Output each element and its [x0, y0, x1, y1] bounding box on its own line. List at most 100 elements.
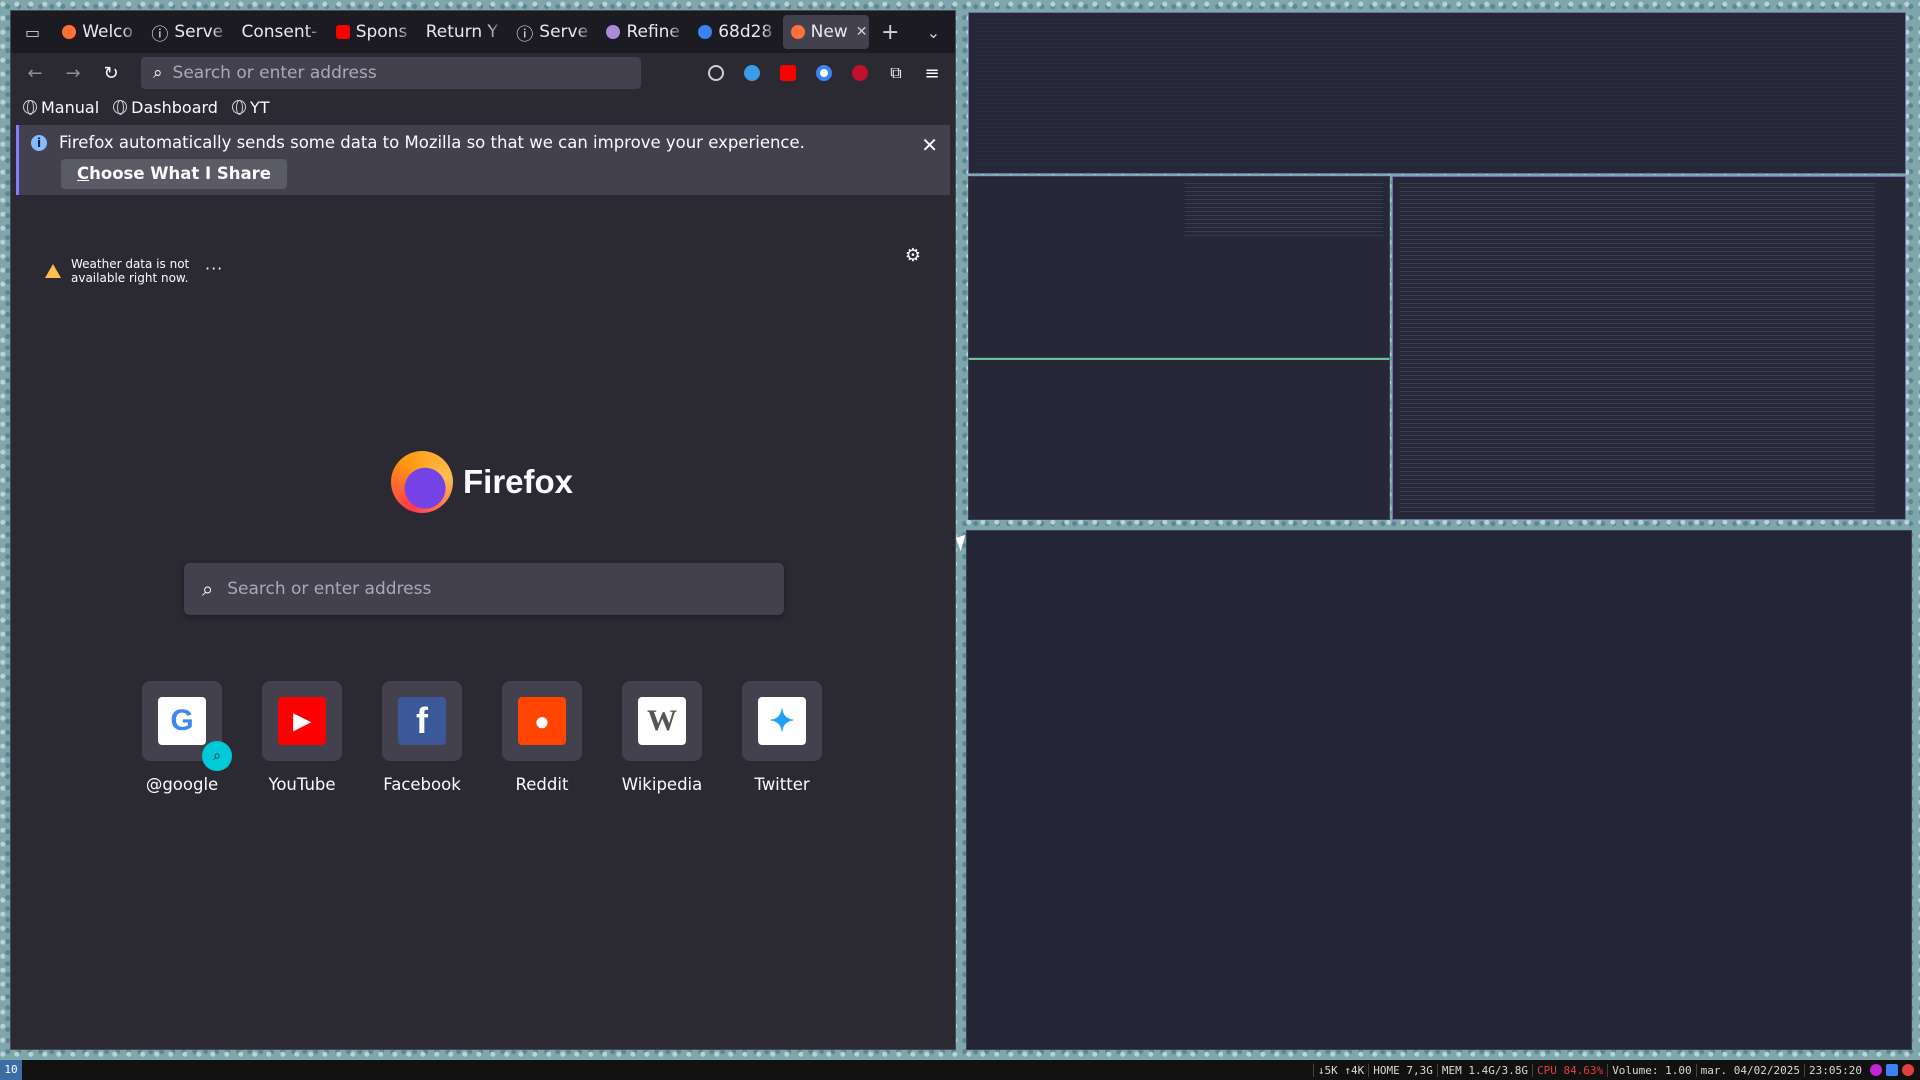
tab-label: Refine — [626, 22, 680, 42]
shortcut-google[interactable]: G ⌕ @google — [142, 681, 232, 794]
forward-arrow-icon[interactable]: → — [57, 57, 89, 89]
reddit-icon: ● — [518, 697, 566, 745]
tab-label: Return Y — [425, 22, 498, 42]
clock: 23:05:20 — [1804, 1063, 1866, 1077]
tab[interactable]: Spons — [328, 15, 414, 49]
workspace-indicator[interactable]: 10 — [0, 1060, 22, 1080]
shortcut-tile[interactable]: G ⌕ — [142, 681, 232, 771]
shortcut-tile[interactable]: ✦ — [742, 681, 822, 761]
youtube-extension-icon[interactable] — [773, 58, 803, 88]
extension-ring-icon[interactable] — [809, 58, 839, 88]
shortcut-tile[interactable]: ▶ — [262, 681, 342, 761]
shortcut-tile[interactable]: W — [622, 681, 702, 761]
network-status: ↓5K ↑4K — [1312, 1063, 1368, 1077]
menu-hamburger-icon[interactable]: ≡ — [917, 58, 947, 88]
terminal-pane-lowleft[interactable] — [968, 358, 1390, 520]
reload-icon[interactable]: ↻ — [95, 57, 127, 89]
terminal-text-block — [1185, 183, 1383, 237]
firefox-window: ▭ Welco ⓘ Serve Consent- Spons Return Y ⓘ… — [10, 10, 956, 1050]
search-placeholder: Search or enter address — [227, 579, 432, 599]
extension-blue-icon[interactable] — [737, 58, 767, 88]
newtab-search-input[interactable]: ⌕ Search or enter address — [184, 563, 784, 615]
tray-app-icon[interactable] — [1870, 1064, 1882, 1076]
tray-display-icon[interactable] — [1886, 1064, 1898, 1076]
warning-icon — [45, 264, 61, 278]
list-all-tabs-chevron-icon[interactable]: ⌄ — [916, 15, 951, 49]
shortcut-label: @google — [145, 775, 219, 794]
account-icon[interactable] — [701, 58, 731, 88]
info-icon: i — [31, 135, 47, 151]
twitter-icon: ✦ — [758, 697, 806, 745]
tray-notification-icon[interactable] — [1902, 1064, 1914, 1076]
terminal-pane-midleft[interactable] — [968, 176, 1390, 358]
button-label: hoose What I Share — [89, 164, 271, 183]
tab[interactable]: 68d28 — [690, 15, 778, 49]
volume-status: Volume: 1.00 — [1607, 1063, 1695, 1077]
memory-status: MEM 1.4G/3.8G — [1436, 1063, 1532, 1077]
facebook-icon: f — [398, 697, 446, 745]
tab[interactable]: Return Y — [418, 15, 505, 49]
bookmark-item[interactable]: Dashboard — [113, 98, 218, 117]
tab-favicon-icon — [698, 25, 713, 39]
close-notification-icon[interactable]: ✕ — [921, 133, 938, 157]
bookmark-item[interactable]: YT — [231, 98, 270, 117]
youtube-favicon-icon — [335, 25, 350, 39]
tab-label: New — [810, 22, 848, 42]
firefox-brand: Firefox — [391, 451, 573, 513]
shortcut-tile[interactable]: f — [382, 681, 462, 761]
shortcut-label: YouTube — [268, 775, 336, 794]
url-bar[interactable]: ⌕ Search or enter address — [141, 57, 641, 89]
shortcut-twitter[interactable]: ✦ Twitter — [742, 681, 822, 794]
bookmark-item[interactable]: Manual — [23, 98, 99, 117]
tab-new-tab-active[interactable]: New ✕ — [782, 15, 869, 49]
tab[interactable]: Refine — [598, 15, 686, 49]
top-sites: G ⌕ @google ▶ YouTube f Facebook ● Reddi… — [142, 681, 822, 794]
tab-label: Serve — [539, 22, 589, 42]
github-favicon-icon — [606, 25, 621, 39]
ublock-icon[interactable] — [845, 58, 875, 88]
cpu-status: CPU 84.63% — [1531, 1063, 1607, 1077]
shortcut-reddit[interactable]: ● Reddit — [502, 681, 582, 794]
gear-icon[interactable]: ⚙ — [905, 245, 921, 266]
tab[interactable]: Welco — [54, 15, 139, 49]
shortcut-wikipedia[interactable]: W Wikipedia — [622, 681, 702, 794]
status-blocks: ↓5K ↑4K HOME 7,3G MEM 1.4G/3.8G CPU 84.6… — [1312, 1063, 1920, 1077]
close-tab-icon[interactable]: ✕ — [856, 24, 868, 40]
bookmark-label: Manual — [41, 97, 100, 117]
tab-label: Consent- — [241, 22, 318, 42]
globe-icon — [113, 100, 128, 115]
back-arrow-icon[interactable]: ← — [19, 57, 51, 89]
tab-label: 68d28 — [718, 22, 773, 42]
tab-label: Serve — [174, 22, 224, 42]
tab[interactable]: ⓘ Serve — [143, 15, 229, 49]
tab-label: Welco — [82, 22, 133, 42]
button-accesskey: C — [77, 164, 90, 183]
choose-what-i-share-button[interactable]: Choose What I Share — [61, 159, 287, 189]
terminal-pane-midright[interactable] — [1392, 176, 1906, 520]
info-icon: ⓘ — [151, 24, 169, 45]
shortcut-tile[interactable]: ● — [502, 681, 582, 761]
new-tab-page: Weather data is not available right now.… — [11, 219, 955, 1049]
shortcut-youtube[interactable]: ▶ YouTube — [262, 681, 342, 794]
terminal-pane-bottom[interactable] — [966, 530, 1912, 1050]
tab[interactable]: ⓘ Serve — [508, 15, 594, 49]
status-bar: 10 ↓5K ↑4K HOME 7,3G MEM 1.4G/3.8G CPU 8… — [0, 1060, 1920, 1080]
extensions-puzzle-icon[interactable]: ⧉ — [881, 58, 911, 88]
firefox-logo-icon — [391, 451, 453, 513]
data-collection-notification: i Firefox automatically sends some data … — [16, 125, 950, 195]
url-placeholder: Search or enter address — [172, 63, 377, 83]
weather-line: Weather data is not — [71, 257, 190, 271]
tab[interactable]: Consent- — [233, 15, 323, 49]
globe-icon — [23, 100, 37, 115]
info-icon: ⓘ — [516, 24, 534, 45]
brand-wordmark: Firefox — [463, 463, 574, 500]
search-shortcut-badge-icon: ⌕ — [202, 741, 232, 771]
new-tab-plus-icon[interactable]: + — [873, 15, 908, 49]
terminal-text-block — [1399, 183, 1875, 513]
weather-more-options-icon[interactable]: ··· — [205, 259, 223, 278]
firefox-view-icon[interactable]: ▭ — [15, 15, 50, 49]
terminal-pane-top[interactable] — [968, 12, 1906, 174]
shortcut-facebook[interactable]: f Facebook — [382, 681, 462, 794]
tab-bar: ▭ Welco ⓘ Serve Consent- Spons Return Y ⓘ… — [11, 11, 955, 53]
shortcut-label: Reddit — [515, 775, 569, 794]
